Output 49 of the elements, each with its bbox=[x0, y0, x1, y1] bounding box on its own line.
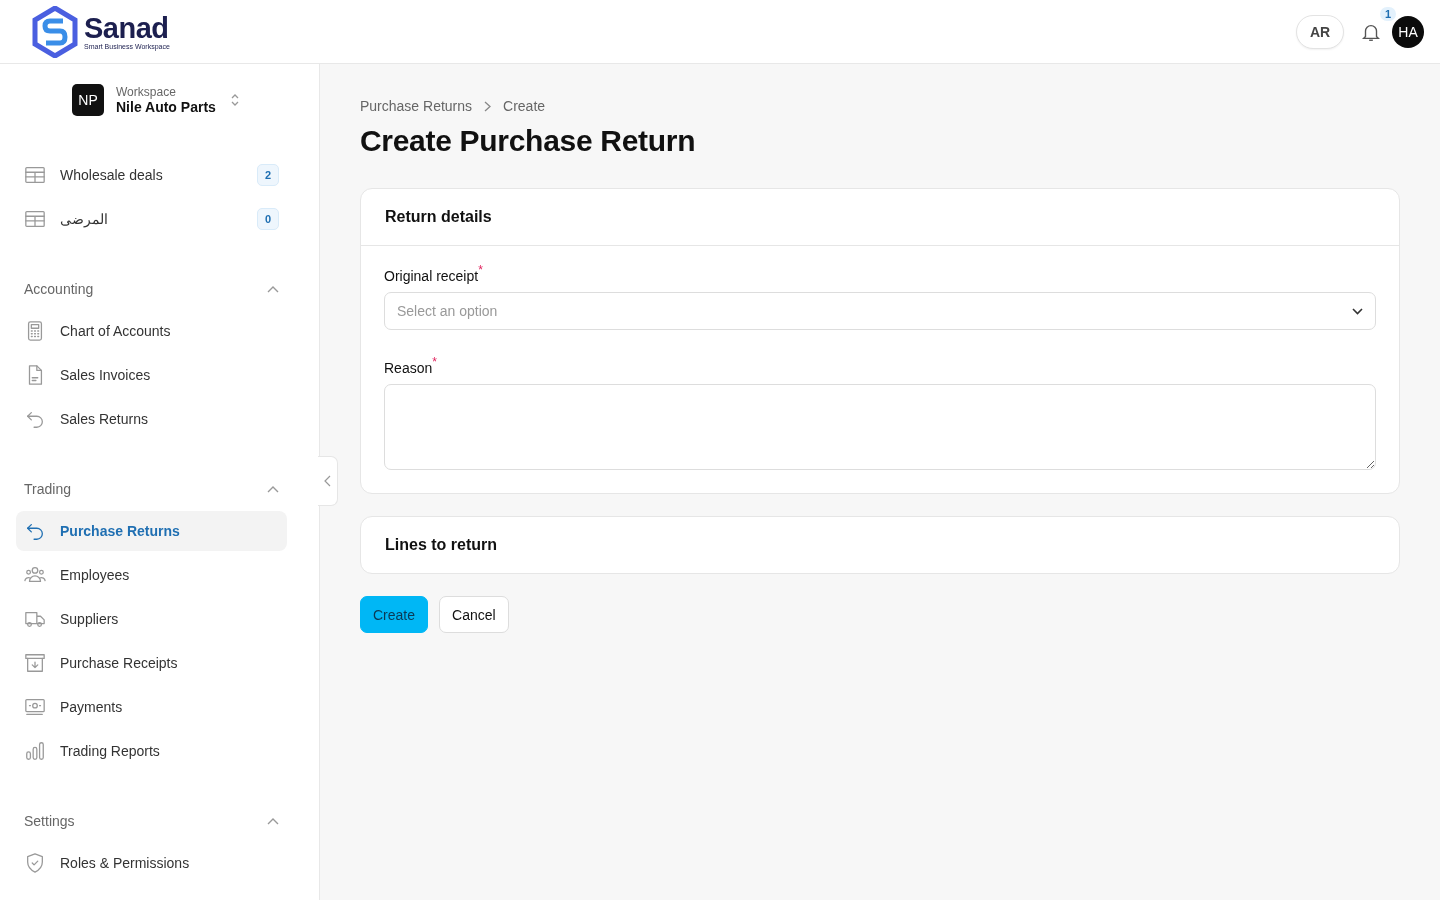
logo-icon bbox=[32, 5, 78, 58]
card-title: Lines to return bbox=[385, 536, 497, 554]
section-header[interactable]: Accounting bbox=[16, 267, 287, 311]
chevron-up-down-icon bbox=[229, 92, 240, 108]
sidebar-item[interactable]: Trading Reports bbox=[16, 731, 287, 771]
language-button[interactable]: AR bbox=[1296, 14, 1344, 49]
chevron-up-icon bbox=[267, 817, 279, 825]
shield-icon bbox=[24, 852, 46, 874]
sidebar-item[interactable]: Payments bbox=[16, 687, 287, 727]
brand-name: Sanad bbox=[84, 13, 170, 43]
chevron-up-icon bbox=[267, 285, 279, 293]
table-icon bbox=[24, 208, 46, 230]
collapse-sidebar-button[interactable] bbox=[318, 456, 338, 506]
sidebar-item[interactable]: Wholesale deals 2 bbox=[16, 155, 287, 195]
field-label: Original receipt bbox=[384, 268, 479, 284]
notification-count: 1 bbox=[1379, 6, 1396, 21]
required-mark: * bbox=[432, 356, 437, 371]
chevron-right-icon bbox=[484, 100, 492, 112]
sidebar-item[interactable]: Employees bbox=[16, 555, 287, 595]
sidebar-item[interactable]: Roles & Permissions bbox=[16, 843, 287, 883]
table-icon bbox=[24, 164, 46, 186]
archive-icon bbox=[24, 652, 46, 674]
section-header[interactable]: Trading bbox=[16, 467, 287, 511]
count-badge: 2 bbox=[257, 164, 279, 186]
section-header[interactable]: Settings bbox=[16, 799, 287, 843]
sidebar-item[interactable]: Sales Invoices bbox=[16, 355, 287, 395]
chevron-up-icon bbox=[267, 485, 279, 493]
required-mark: * bbox=[478, 264, 483, 279]
reason-field[interactable] bbox=[384, 384, 1376, 470]
page-title: Create Purchase Return bbox=[360, 124, 697, 158]
chevron-down-icon bbox=[1352, 307, 1363, 315]
chevron-left-icon bbox=[324, 475, 331, 487]
bar-chart-icon bbox=[24, 740, 46, 762]
count-badge: 0 bbox=[257, 208, 279, 230]
create-button[interactable]: Create bbox=[360, 596, 429, 633]
workspace-name: Nile Auto Parts bbox=[116, 99, 216, 115]
sidebar-item[interactable]: Chart of Accounts bbox=[16, 311, 287, 351]
card-title: Return details bbox=[385, 208, 492, 226]
sidebar-item[interactable]: Purchase Receipts bbox=[16, 643, 287, 683]
sidebar-item[interactable]: Purchase Returns bbox=[16, 511, 287, 551]
workspace-initials: NP bbox=[72, 84, 104, 116]
field-label: Reason bbox=[384, 360, 433, 376]
breadcrumb-link[interactable]: Purchase Returns bbox=[360, 98, 473, 114]
workspace-label: Workspace bbox=[116, 85, 177, 99]
cancel-button[interactable]: Cancel bbox=[439, 596, 509, 633]
banknote-icon bbox=[24, 696, 46, 718]
sidebar-item[interactable]: Suppliers bbox=[16, 599, 287, 639]
sidebar-item[interactable]: Sales Returns bbox=[16, 399, 287, 439]
user-avatar[interactable]: HA bbox=[1392, 15, 1424, 48]
